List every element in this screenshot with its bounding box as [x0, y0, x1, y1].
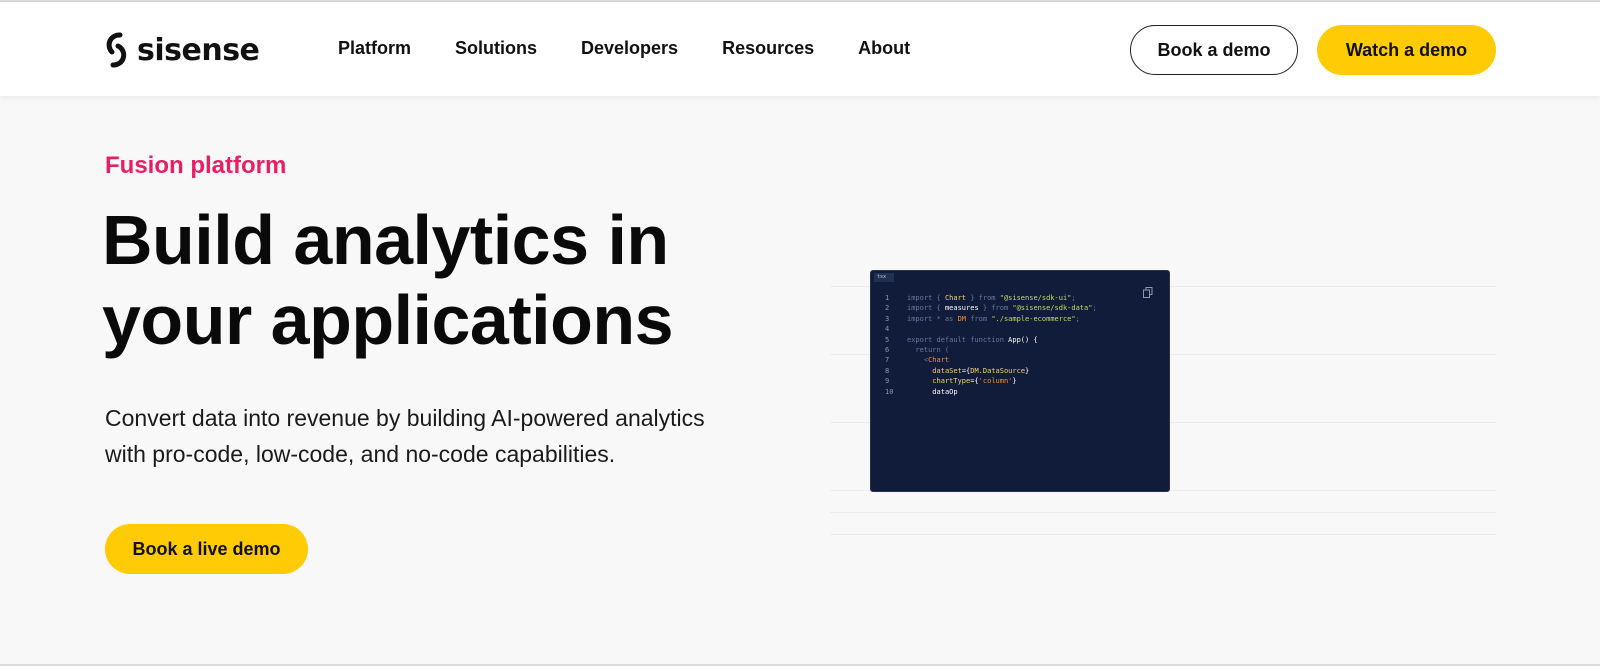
code-text: export default function App() { [907, 335, 1038, 344]
code-text: import { Chart } from "@sisense/sdk-ui"; [907, 294, 1076, 302]
code-line: 2 import { measures } from "@sisense/sdk-… [885, 303, 1097, 313]
code-text: chartType={'column'} [932, 377, 1017, 386]
book-live-demo-button[interactable]: Book a live demo [105, 524, 308, 574]
code-line: 8 dataSet={DM.DataSource} [885, 366, 1097, 376]
nav-resources[interactable]: Resources [722, 38, 814, 59]
code-text: return ( [907, 345, 950, 354]
line-number: 8 [885, 366, 890, 375]
code-text: dataOp [932, 387, 958, 396]
logo-text: sisense [137, 32, 260, 68]
line-number: 6 [885, 345, 890, 354]
code-text: <Chart [907, 356, 950, 365]
code-line: 4 [885, 324, 1097, 334]
code-text: dataSet={DM.DataSource} [932, 366, 1030, 375]
hero-subtitle-line-2: with pro-code, low-code, and no-code cap… [105, 441, 616, 467]
nav-developers[interactable]: Developers [581, 38, 678, 59]
line-number: 4 [885, 325, 890, 334]
code-editor-panel: tsx 1 import { Chart } from "@sisense/sdk… [870, 270, 1170, 492]
code-line: 9 chartType={'column'} [885, 376, 1097, 386]
hero-subtitle-line-1: Convert data into revenue by building AI… [105, 405, 705, 431]
code-lines: 1 import { Chart } from "@sisense/sdk-ui"… [885, 293, 1097, 397]
sisense-logo-icon [106, 32, 127, 68]
main-nav: Platform Solutions Developers Resources … [338, 38, 954, 59]
nav-about[interactable]: About [858, 38, 910, 59]
code-line: 5 export default function App() { [885, 335, 1097, 345]
line-number: 7 [885, 356, 890, 365]
sisense-logo[interactable]: sisense [104, 30, 260, 70]
code-line: 3 import * as DM from "./sample-ecommerce… [885, 314, 1097, 324]
site-header: sisense Platform Solutions Developers Re… [0, 2, 1600, 96]
line-number: 10 [885, 387, 894, 396]
code-line: 7 <Chart [885, 355, 1097, 365]
nav-solutions[interactable]: Solutions [455, 38, 537, 59]
nav-platform[interactable]: Platform [338, 38, 411, 59]
line-number: 2 [885, 304, 890, 313]
watch-demo-button[interactable]: Watch a demo [1317, 25, 1496, 75]
code-line: 1 import { Chart } from "@sisense/sdk-ui"… [885, 293, 1097, 303]
hero-title-line-1: Build analytics in [102, 201, 669, 279]
hero-title-line-2: your applications [102, 281, 674, 359]
line-number: 9 [885, 377, 890, 386]
line-number: 5 [885, 335, 890, 344]
code-file-tab[interactable]: tsx [874, 273, 894, 282]
copy-icon[interactable] [1143, 287, 1153, 298]
hero-title: Build analytics in your applications [102, 200, 822, 360]
hero-eyebrow: Fusion platform [105, 152, 287, 179]
book-demo-button[interactable]: Book a demo [1130, 25, 1298, 75]
line-number: 1 [885, 294, 890, 302]
line-number: 3 [885, 314, 890, 323]
code-text: import { measures } from "@sisense/sdk-d… [907, 304, 1097, 313]
hero-subtitle: Convert data into revenue by building AI… [105, 400, 765, 472]
code-line: 10 dataOp [885, 387, 1097, 397]
code-line: 6 return ( [885, 345, 1097, 355]
code-text: import * as DM from "./sample-ecommerce"… [907, 314, 1080, 323]
